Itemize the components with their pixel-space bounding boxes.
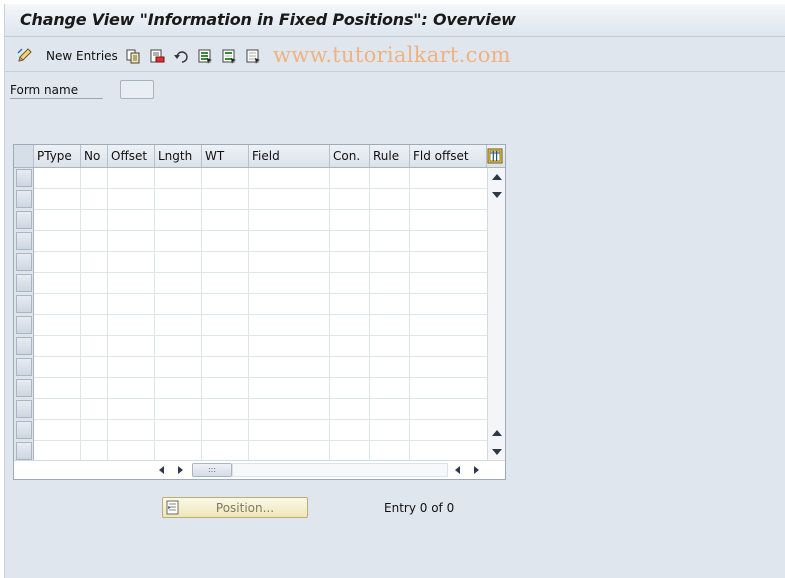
column-header-no[interactable]: No (81, 145, 108, 167)
table-row-separator (34, 293, 487, 294)
table-settings-icon[interactable] (487, 148, 503, 164)
form-name-input[interactable] (120, 80, 154, 99)
table-column-separator (80, 168, 81, 460)
table-column-separator (248, 168, 249, 460)
table-row-separator (34, 314, 487, 315)
scroll-up-icon[interactable] (492, 174, 502, 180)
select-all-icon[interactable] (196, 47, 214, 65)
row-selector[interactable] (16, 295, 32, 313)
form-name-label: Form name (10, 83, 79, 97)
position-button[interactable]: Position... (162, 497, 308, 518)
column-header-fld-offset[interactable]: Fld offset (410, 145, 487, 167)
table-row-separator (34, 209, 487, 210)
copy-icon[interactable] (124, 47, 142, 65)
entry-counter: Entry 0 of 0 (384, 501, 455, 515)
select-block-icon[interactable] (220, 47, 238, 65)
table-row-separator (34, 230, 487, 231)
scroll-left-icon[interactable] (159, 466, 164, 474)
table-column-separator (369, 168, 370, 460)
row-selector[interactable] (16, 190, 32, 208)
horizontal-scrollbar[interactable]: ::: (14, 460, 505, 479)
row-selector[interactable] (16, 421, 32, 439)
delete-icon[interactable] (148, 47, 166, 65)
undo-icon[interactable] (172, 47, 190, 65)
table-row-separator (34, 251, 487, 252)
position-icon (166, 500, 179, 515)
app-window: Change View "Information in Fixed Positi… (4, 4, 785, 578)
row-selector[interactable] (16, 442, 32, 460)
table-row-separator (34, 377, 487, 378)
vertical-scrollbar[interactable] (487, 168, 505, 460)
table-control: PType No Offset Lngth WT Field Con. Rule… (13, 144, 506, 480)
horizontal-scroll-thumb[interactable]: ::: (192, 463, 232, 477)
table-row-separator (34, 440, 487, 441)
column-header-offset[interactable]: Offset (108, 145, 155, 167)
table-column-separator (154, 168, 155, 460)
column-header-rule[interactable]: Rule (370, 145, 410, 167)
row-selector[interactable] (16, 253, 32, 271)
column-header-field[interactable]: Field (249, 145, 330, 167)
scroll-right-icon[interactable] (178, 466, 183, 474)
table-column-separator (409, 168, 410, 460)
table-column-separator (201, 168, 202, 460)
page-title: Change View "Information in Fixed Positi… (20, 10, 516, 29)
row-selector[interactable] (16, 232, 32, 250)
row-selector[interactable] (16, 274, 32, 292)
scroll-right-end-icon[interactable] (474, 466, 479, 474)
table-body (34, 168, 487, 462)
row-selector[interactable] (16, 211, 32, 229)
select-all-rows-cell[interactable] (14, 145, 34, 167)
column-header-wt[interactable]: WT (202, 145, 249, 167)
table-row-separator (34, 188, 487, 189)
table-row-separator (34, 335, 487, 336)
row-selector[interactable] (16, 358, 32, 376)
table-column-separator (329, 168, 330, 460)
new-entries-button[interactable]: New Entries (46, 49, 118, 63)
column-header-ptype[interactable]: PType (34, 145, 81, 167)
table-row-separator (34, 356, 487, 357)
scroll-down-icon[interactable] (492, 192, 502, 198)
watermark-text: www.tutorialkart.com (273, 43, 511, 67)
deselect-all-icon[interactable] (244, 47, 262, 65)
form-name-underline (10, 98, 103, 99)
row-selector[interactable] (16, 337, 32, 355)
application-toolbar: New Entries www.tutorialkart.com (5, 38, 785, 72)
column-header-con[interactable]: Con. (330, 145, 370, 167)
row-selector[interactable] (16, 169, 32, 187)
title-bar: Change View "Information in Fixed Positi… (5, 4, 785, 37)
table-column-separator (107, 168, 108, 460)
table-header: PType No Offset Lngth WT Field Con. Rule… (14, 145, 505, 168)
column-header-lngth[interactable]: Lngth (155, 145, 202, 167)
table-row-separator (34, 272, 487, 273)
edit-pencil-icon[interactable] (16, 47, 34, 65)
scroll-page-down-icon[interactable] (492, 449, 502, 455)
row-selector[interactable] (16, 316, 32, 334)
position-button-label: Position... (215, 501, 275, 515)
table-row-separator (34, 419, 487, 420)
scroll-left-end-icon[interactable] (455, 466, 460, 474)
row-selector-column (14, 168, 34, 460)
horizontal-scroll-track[interactable] (232, 463, 448, 477)
row-selector[interactable] (16, 400, 32, 418)
row-selector[interactable] (16, 379, 32, 397)
table-row-separator (34, 398, 487, 399)
scroll-page-up-icon[interactable] (492, 430, 502, 436)
